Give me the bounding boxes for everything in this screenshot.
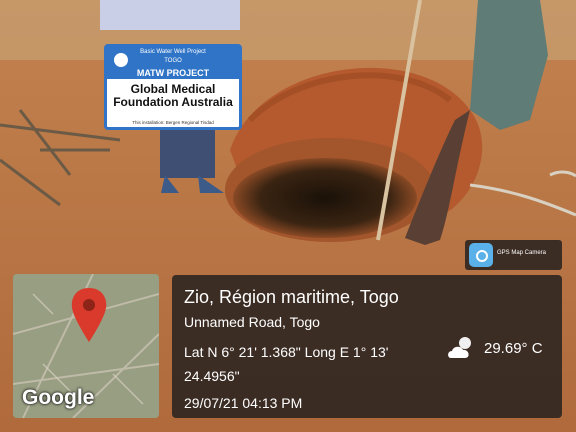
partly-cloudy-icon <box>448 337 471 358</box>
person-trousers <box>160 128 215 178</box>
sign-organization: Global Medical Foundation Australia <box>111 83 235 109</box>
person-shirt <box>100 0 240 30</box>
camera-app-icon <box>469 243 493 267</box>
coordinates-line2: 24.4956" <box>184 368 240 384</box>
sign-project-label: MATW PROJECT <box>107 67 239 79</box>
datetime: 29/07/21 04:13 PM <box>184 395 303 411</box>
geotag-panel: Zio, Région maritime, Togo Unnamed Road,… <box>172 275 562 418</box>
google-logo: Google <box>22 386 95 409</box>
map-thumbnail: Google <box>13 274 159 418</box>
coordinates-line1: Lat N 6° 21' 1.368" Long E 1° 13' <box>184 344 389 360</box>
sign-footer: This installation: Bergen Regional Tisda… <box>132 120 214 125</box>
location-title: Zio, Région maritime, Togo <box>184 287 399 307</box>
gps-camera-badge: GPS Map Camera <box>465 240 562 270</box>
coordinates: Lat N 6° 21' 1.368" Long E 1° 13' 24.495… <box>184 340 414 388</box>
sign-org-line2: Foundation Australia <box>113 95 233 109</box>
temperature: 29.69° C <box>484 340 543 357</box>
gps-camera-label: GPS Map Camera <box>497 250 547 256</box>
road-name: Unnamed Road, Togo <box>184 314 320 330</box>
project-sign: Basic Water Well Project TOGO MATW PROJE… <box>104 44 242 130</box>
